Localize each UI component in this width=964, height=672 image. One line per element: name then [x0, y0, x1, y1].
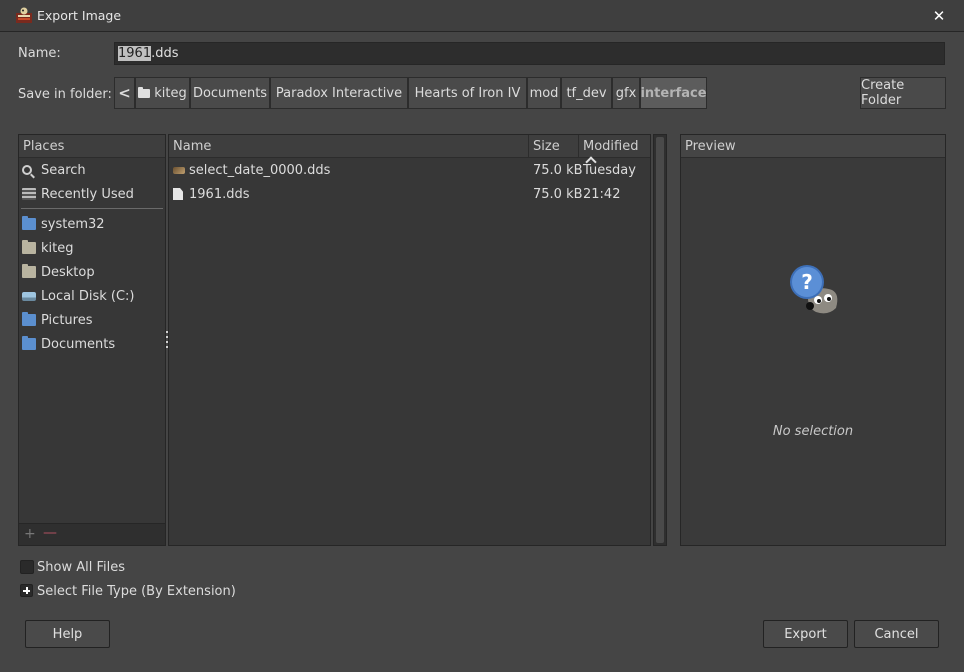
- file-size: 75.0 kB: [533, 187, 583, 202]
- file-modified: Tuesday: [583, 163, 636, 178]
- place-label: Search: [41, 162, 86, 178]
- scrollbar-thumb[interactable]: [656, 137, 664, 543]
- breadcrumb-tf-dev[interactable]: tf_dev: [561, 77, 612, 109]
- image-file-icon: [173, 167, 185, 174]
- place-search[interactable]: Search: [19, 158, 165, 182]
- place-label: Desktop: [41, 264, 95, 280]
- places-panel: Places Search Recently Used system32 kit…: [18, 134, 166, 546]
- gimp-question-icon: ?: [790, 265, 838, 314]
- place-label: Local Disk (C:): [41, 288, 135, 304]
- file-list-header: Name Size Modified: [169, 135, 650, 168]
- place-label: kiteg: [41, 240, 74, 256]
- breadcrumb-hearts-of-iron-iv[interactable]: Hearts of Iron IV: [408, 77, 527, 109]
- breadcrumb-gfx[interactable]: gfx: [612, 77, 640, 109]
- places-header: Places: [19, 135, 165, 158]
- help-button[interactable]: Help: [25, 620, 110, 648]
- places-footer: + —: [19, 523, 165, 545]
- preview-header: Preview: [681, 135, 945, 158]
- breadcrumb-documents[interactable]: Documents: [190, 77, 270, 109]
- folder-icon: [22, 336, 36, 350]
- place-local-disk[interactable]: Local Disk (C:): [19, 284, 165, 308]
- file-size: 75.0 kB: [533, 163, 583, 178]
- folder-icon: [22, 312, 36, 326]
- window-title: Export Image: [37, 8, 122, 23]
- name-label: Name:: [18, 46, 61, 61]
- place-recently-used[interactable]: Recently Used: [19, 182, 165, 206]
- filename-input[interactable]: 1961.dds: [114, 42, 945, 65]
- place-kiteg[interactable]: kiteg: [19, 236, 165, 260]
- filename-extension-text: .dds: [151, 46, 179, 61]
- drive-icon: [22, 291, 36, 301]
- show-all-files-checkbox[interactable]: [20, 560, 34, 574]
- folder-icon: [22, 216, 36, 230]
- search-icon: [22, 165, 32, 175]
- create-folder-button[interactable]: Create Folder: [860, 77, 946, 109]
- column-header-size[interactable]: Size: [529, 135, 579, 158]
- place-label: system32: [41, 216, 105, 232]
- file-modified: 21:42: [583, 187, 621, 202]
- expand-plus-icon[interactable]: [20, 584, 33, 597]
- close-icon: ✕: [932, 7, 946, 25]
- save-in-folder-label: Save in folder:: [18, 87, 112, 102]
- file-list-scrollbar[interactable]: [653, 134, 667, 546]
- chevron-left-icon: <: [118, 84, 131, 102]
- filename-selected-text: 1961: [118, 46, 152, 61]
- breadcrumb-paradox-interactive[interactable]: Paradox Interactive: [270, 77, 408, 109]
- folder-icon: [22, 240, 36, 254]
- place-label: Recently Used: [41, 186, 134, 202]
- breadcrumb-label: kiteg: [154, 85, 187, 101]
- places-divider: [21, 208, 163, 209]
- column-label: Modified: [583, 139, 639, 154]
- breadcrumb-mod[interactable]: mod: [527, 77, 561, 109]
- breadcrumb-back-button[interactable]: <: [114, 77, 135, 109]
- document-file-icon: [173, 188, 183, 200]
- recent-icon: [22, 188, 36, 200]
- place-pictures[interactable]: Pictures: [19, 308, 165, 332]
- file-name: 1961.dds: [189, 187, 250, 202]
- show-all-files-label[interactable]: Show All Files: [37, 560, 125, 575]
- no-selection-text: No selection: [772, 424, 854, 439]
- cancel-button[interactable]: Cancel: [854, 620, 939, 648]
- export-button[interactable]: Export: [763, 620, 848, 648]
- svg-text:?: ?: [801, 270, 813, 294]
- title-bar: [0, 0, 964, 32]
- place-system32[interactable]: system32: [19, 212, 165, 236]
- place-label: Documents: [41, 336, 116, 352]
- file-name: select_date_0000.dds: [189, 163, 331, 178]
- folder-icon: [138, 86, 151, 98]
- place-label: Pictures: [41, 312, 93, 328]
- select-file-type-expander[interactable]: Select File Type (By Extension): [37, 584, 236, 599]
- file-row[interactable]: select_date_0000.dds 75.0 kB Tuesday: [169, 158, 650, 182]
- preview-panel: Preview ? No selection: [680, 134, 946, 546]
- file-list: Name Size Modified select_date_0000.dds …: [168, 134, 651, 546]
- file-row[interactable]: 1961.dds 75.0 kB 21:42: [169, 182, 650, 206]
- place-documents[interactable]: Documents: [19, 332, 165, 356]
- remove-bookmark-icon[interactable]: —: [43, 525, 57, 541]
- breadcrumb-kiteg[interactable]: kiteg: [135, 77, 190, 109]
- place-desktop[interactable]: Desktop: [19, 260, 165, 284]
- folder-icon: [22, 264, 36, 278]
- close-button[interactable]: ✕: [928, 5, 950, 27]
- column-header-modified[interactable]: Modified: [579, 135, 650, 168]
- breadcrumb-interface[interactable]: interface: [640, 77, 707, 109]
- add-bookmark-icon[interactable]: +: [24, 526, 36, 542]
- column-header-name[interactable]: Name: [169, 135, 529, 158]
- gimp-app-icon: [16, 7, 32, 23]
